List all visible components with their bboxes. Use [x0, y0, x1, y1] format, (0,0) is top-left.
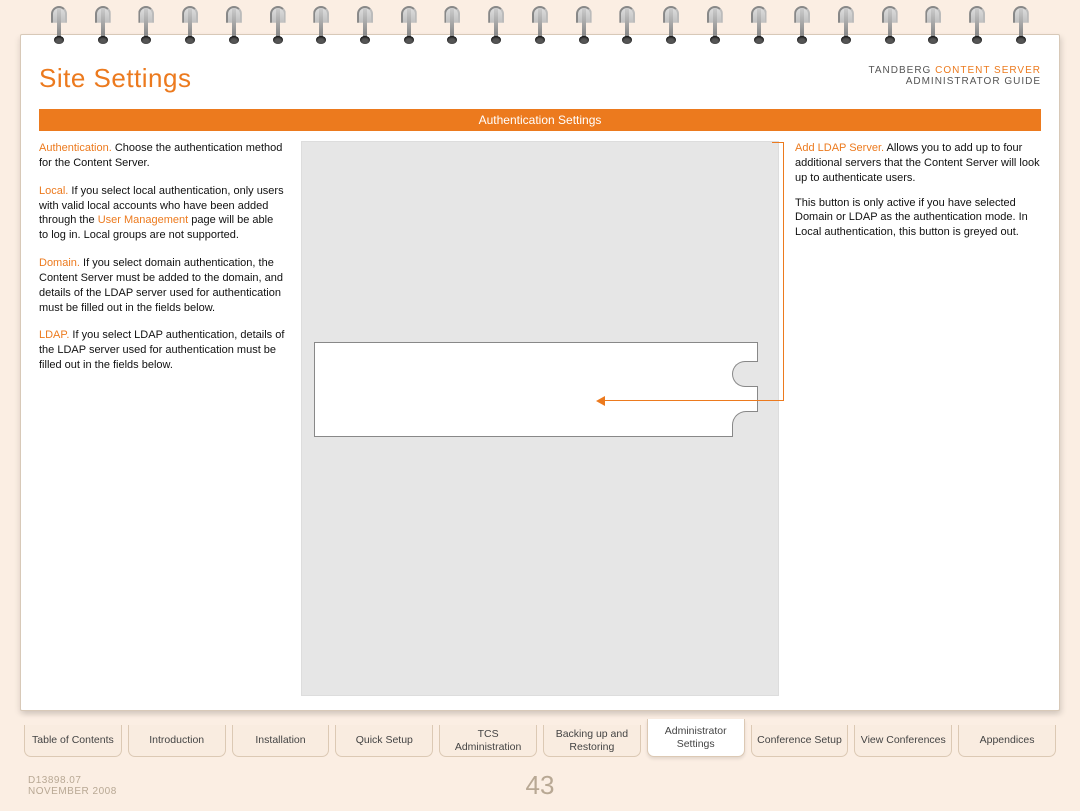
term-domain: Domain.: [39, 257, 80, 269]
tab-label: TCS Administration: [444, 728, 532, 752]
connector-line: [772, 142, 784, 143]
term-authentication: Authentication.: [39, 142, 112, 154]
link-user-management[interactable]: User Management: [98, 214, 189, 226]
arrowhead-icon: [596, 396, 605, 406]
screenshot-placeholder: [301, 141, 779, 696]
bottom-tabs: Table of Contents Introduction Installatio…: [20, 717, 1060, 757]
spiral-ring: [1010, 6, 1032, 46]
spiral-ring: [704, 6, 726, 46]
spiral-ring: [398, 6, 420, 46]
spiral-ring: [485, 6, 507, 46]
spiral-ring: [135, 6, 157, 46]
tab-label: Quick Setup: [356, 734, 413, 746]
spiral-binding: [28, 6, 1052, 48]
spiral-ring: [748, 6, 770, 46]
tab-installation[interactable]: Installation: [232, 725, 330, 757]
tab-label: View Conferences: [861, 734, 946, 746]
page-number: 43: [0, 770, 1080, 801]
document-page: Site Settings TANDBERG CONTENT SERVER AD…: [20, 34, 1060, 711]
spiral-ring: [879, 6, 901, 46]
spiral-ring: [310, 6, 332, 46]
spiral-ring: [791, 6, 813, 46]
tab-administrator-settings[interactable]: Administrator Settings: [647, 719, 745, 757]
spiral-ring: [922, 6, 944, 46]
callout-notch: [732, 411, 758, 437]
spiral-ring: [48, 6, 70, 46]
text: If you select LDAP authentication, detai…: [39, 329, 284, 371]
left-column: Authentication. Choose the authenticatio…: [39, 141, 291, 696]
tab-label: Appendices: [980, 734, 1035, 746]
term-local: Local.: [39, 185, 68, 197]
brand-block: TANDBERG CONTENT SERVER ADMINISTRATOR GU…: [869, 65, 1041, 87]
spiral-ring: [223, 6, 245, 46]
spiral-ring: [179, 6, 201, 46]
spiral-ring: [660, 6, 682, 46]
term-ldap: LDAP.: [39, 329, 69, 341]
tab-backing-up-and-restoring[interactable]: Backing up and Restoring: [543, 725, 641, 757]
tab-label: Table of Contents: [32, 734, 114, 746]
spiral-ring: [573, 6, 595, 46]
callout-box: [314, 342, 758, 437]
tab-label: Conference Setup: [757, 734, 842, 746]
tab-introduction[interactable]: Introduction: [128, 725, 226, 757]
tab-tcs-administration[interactable]: TCS Administration: [439, 725, 537, 757]
brand-name: TANDBERG: [869, 65, 936, 76]
spiral-ring: [267, 6, 289, 46]
tab-label: Administrator Settings: [652, 725, 740, 749]
tab-view-conferences[interactable]: View Conferences: [854, 725, 952, 757]
right-column: Add LDAP Server. Allows you to add up to…: [789, 141, 1041, 696]
tab-quick-setup[interactable]: Quick Setup: [335, 725, 433, 757]
spiral-ring: [966, 6, 988, 46]
tab-appendices[interactable]: Appendices: [958, 725, 1056, 757]
text: This button is only active if you have s…: [795, 196, 1041, 241]
callout-notch: [732, 361, 758, 387]
brand-product: CONTENT SERVER: [935, 65, 1041, 76]
brand-subtitle: ADMINISTRATOR GUIDE: [869, 76, 1041, 87]
content-row: Authentication. Choose the authenticatio…: [39, 141, 1041, 696]
spiral-ring: [529, 6, 551, 46]
connector-line: [604, 400, 784, 401]
section-heading-bar: Authentication Settings: [39, 109, 1041, 131]
spiral-ring: [354, 6, 376, 46]
connector-line: [783, 142, 784, 400]
term-add-ldap-server: Add LDAP Server.: [795, 142, 884, 154]
tab-table-of-contents[interactable]: Table of Contents: [24, 725, 122, 757]
tab-label: Introduction: [149, 734, 204, 746]
tab-conference-setup[interactable]: Conference Setup: [751, 725, 849, 757]
page-title: Site Settings: [39, 63, 191, 94]
tab-label: Installation: [255, 734, 305, 746]
spiral-ring: [92, 6, 114, 46]
spiral-ring: [441, 6, 463, 46]
spiral-ring: [835, 6, 857, 46]
spiral-ring: [616, 6, 638, 46]
tab-label: Backing up and Restoring: [548, 728, 636, 752]
